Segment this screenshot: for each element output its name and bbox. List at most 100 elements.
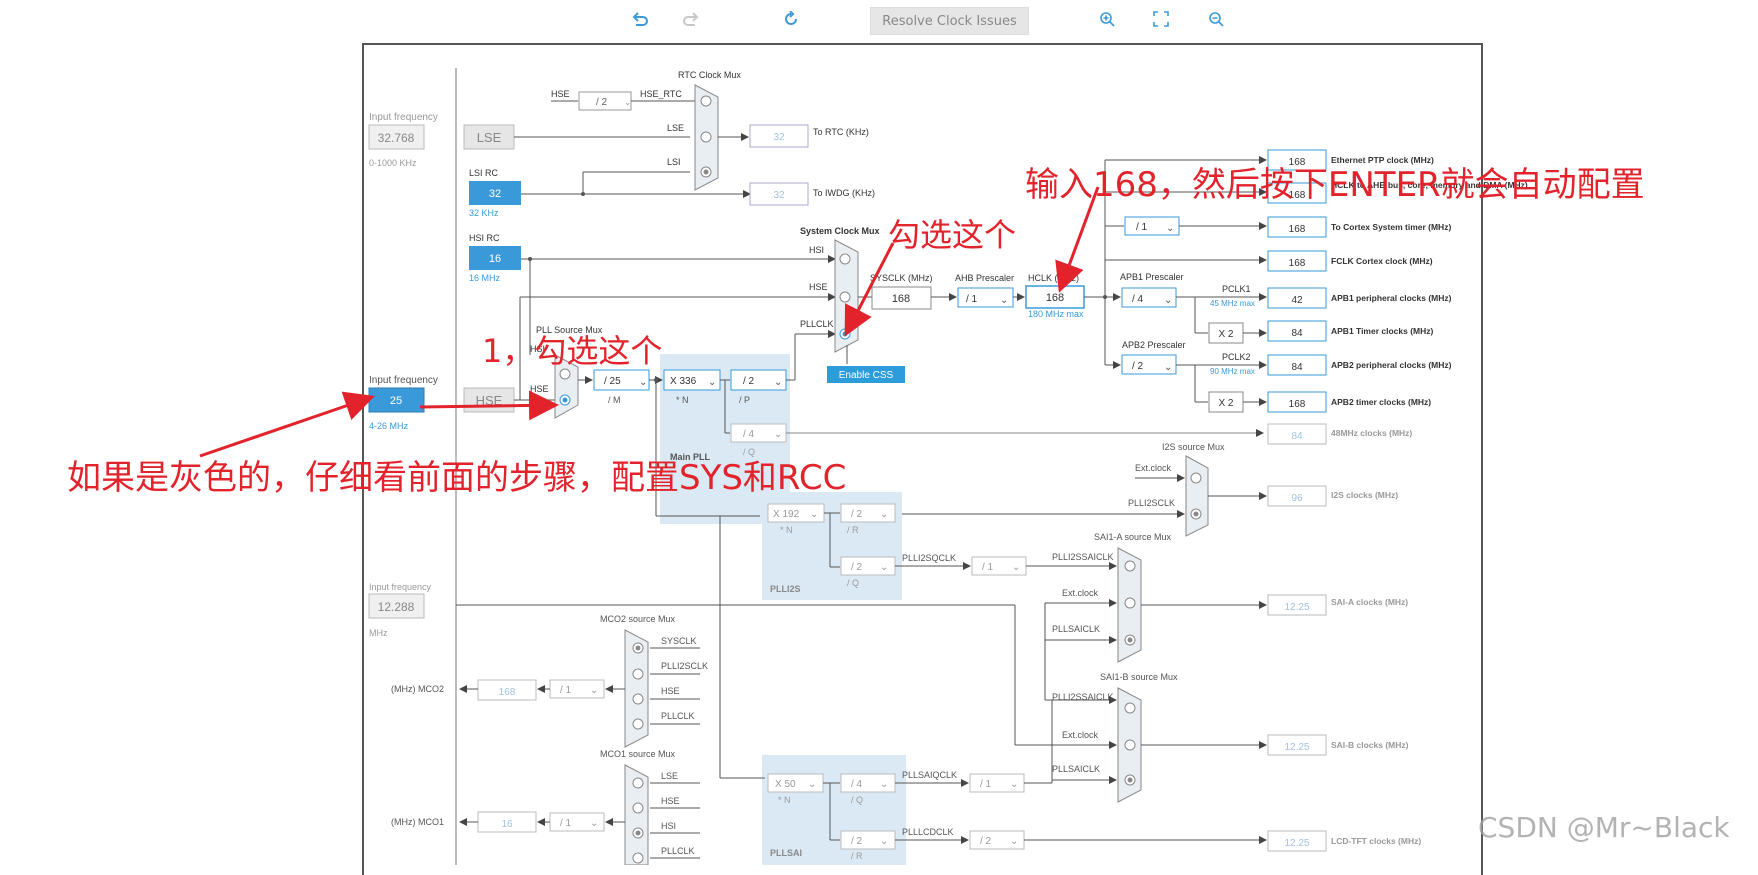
lse-input-label: Input frequency xyxy=(369,112,438,123)
chevron-down-icon: ⌄ xyxy=(1000,295,1008,306)
sysclk-option-hsi[interactable] xyxy=(839,253,851,265)
mco2-option-pllclk[interactable] xyxy=(632,718,644,730)
mco2-option-hse[interactable] xyxy=(632,693,644,705)
mco1-lse-label: LSE xyxy=(661,771,678,781)
rtc-mux-title: RTC Clock Mux xyxy=(678,70,741,80)
chevron-down-icon: ⌄ xyxy=(590,685,598,696)
saib-plli2ssaiclk-label: PLLI2SSAICLK xyxy=(1052,692,1114,702)
apb2-peripheral-label: APB2 peripheral clocks (MHz) xyxy=(1331,360,1452,370)
mco2-option-plli2sclk[interactable] xyxy=(632,668,644,680)
apb1-peripheral-value: 42 xyxy=(1291,295,1303,306)
saib-option-ext[interactable] xyxy=(1124,739,1136,751)
pclk1-max: 45 MHz max xyxy=(1210,299,1255,308)
ahb-prescaler-label: AHB Prescaler xyxy=(955,273,1014,283)
saia-option-plli2s[interactable] xyxy=(1124,560,1136,572)
lcd-tft-clock-value: 12.25 xyxy=(1284,838,1309,849)
pll-m-label: / M xyxy=(608,395,621,405)
pllsai-n-label: * N xyxy=(778,795,791,805)
sai-b-clock-label: SAI-B clocks (MHz) xyxy=(1331,740,1409,750)
chevron-down-icon: ⌄ xyxy=(590,818,598,829)
mco1-option-pllclk[interactable] xyxy=(632,852,644,864)
rtc-div-value: / 2 xyxy=(596,97,608,108)
pllsai-q-label: / Q xyxy=(851,795,863,805)
lse-name: LSE xyxy=(477,130,502,145)
saib-pllsaiclk-label: PLLSAICLK xyxy=(1052,764,1100,774)
chevron-down-icon: ⌄ xyxy=(1010,779,1018,790)
lse-frequency-value: 32.768 xyxy=(378,131,415,145)
i2s-mux-title: I2S source Mux xyxy=(1162,442,1225,452)
sysclk-hsi-label: HSI xyxy=(809,245,824,255)
sai-b-clock-value: 12.25 xyxy=(1284,742,1309,753)
apb1-x2-value: X 2 xyxy=(1218,329,1233,340)
annotation-hclk-note: 输入168，然后按下ENTER就会自动配置 xyxy=(1025,165,1645,205)
mco1-option-hse[interactable] xyxy=(632,802,644,814)
saia-mux-title: SAI1-A source Mux xyxy=(1094,532,1172,542)
ext-clock-unit: MHz xyxy=(369,628,388,638)
plli2sqclk-label: PLLI2SQCLK xyxy=(902,553,956,563)
saib-mux-title: SAI1-B source Mux xyxy=(1100,672,1178,682)
pllcdclk-label: PLLLCDCLK xyxy=(902,827,954,837)
mco1-option-lse[interactable] xyxy=(632,777,644,789)
rtc-hse-label: HSE xyxy=(551,89,570,99)
pll-n-value: X 336 xyxy=(670,376,697,387)
hclk-max: 180 MHz max xyxy=(1028,309,1084,319)
chevron-down-icon: ⌄ xyxy=(880,562,888,573)
i2s-source-mux xyxy=(1185,455,1209,537)
pllsai-r-post-value: / 2 xyxy=(980,836,992,847)
mco2-plli2sclk-label: PLLI2SCLK xyxy=(661,661,708,671)
plli2s-r-value: / 2 xyxy=(851,509,863,520)
i2s-clock-label: I2S clocks (MHz) xyxy=(1331,490,1398,500)
saib-ext-clock-label: Ext.clock xyxy=(1062,730,1099,740)
hse-input-label: Input frequency xyxy=(369,375,438,386)
pll-p-value: / 2 xyxy=(743,376,755,387)
mco2-hse-label: HSE xyxy=(661,686,680,696)
i2s-clock-value: 96 xyxy=(1291,493,1303,504)
rtc-lsi-label: LSI xyxy=(667,157,681,167)
apb2-timer-label: APB2 timer clocks (MHz) xyxy=(1331,397,1431,407)
saia-plli2ssaiclk-label: PLLI2SSAICLK xyxy=(1052,552,1114,562)
rtc-mux-option-lse[interactable] xyxy=(700,131,712,143)
plli2s-n-value: X 192 xyxy=(773,509,800,520)
lse-range: 0-1000 KHz xyxy=(369,158,417,168)
chevron-down-icon: ⌄ xyxy=(1012,562,1020,573)
apb1-peripheral-label: APB1 peripheral clocks (MHz) xyxy=(1331,293,1452,303)
pclk1-label: PCLK1 xyxy=(1222,284,1251,294)
mco2-value: 168 xyxy=(499,687,516,698)
pllsaiqclk-label: PLLSAIQCLK xyxy=(902,770,957,780)
ext-input-label: Input frequency xyxy=(369,582,432,592)
saib-option-plli2s[interactable] xyxy=(1124,702,1136,714)
saia-option-ext[interactable] xyxy=(1124,597,1136,609)
apb2-x2-value: X 2 xyxy=(1218,398,1233,409)
pllsai-title: PLLSAI xyxy=(770,848,802,858)
cortex-system-timer-value: 168 xyxy=(1289,224,1306,235)
rtc-mux-option-hse[interactable] xyxy=(700,95,712,107)
sysclk-pllclk-label: PLLCLK xyxy=(800,319,834,329)
apb1-prescaler-value: / 4 xyxy=(1132,294,1144,305)
pll-p-label: / P xyxy=(739,395,750,405)
system-clock-mux-title: System Clock Mux xyxy=(800,226,880,236)
plli2s-q-label: / Q xyxy=(847,578,859,588)
mco1-label: (MHz) MCO1 xyxy=(391,817,444,827)
pllsai-r-value: / 2 xyxy=(851,836,863,847)
chevron-down-icon: ⌄ xyxy=(1010,836,1018,847)
mco1-value: 16 xyxy=(501,819,513,830)
saia-ext-clock-label: Ext.clock xyxy=(1062,588,1099,598)
to-iwdg-value: 32 xyxy=(773,190,785,201)
plli2s-n-label: * N xyxy=(780,525,793,535)
plli2s-title: PLLI2S xyxy=(770,584,801,594)
i2s-option-ext[interactable] xyxy=(1190,472,1202,484)
chevron-down-icon: ⌄ xyxy=(774,377,782,388)
hsi-sub: 16 MHz xyxy=(469,273,501,283)
apb2-peripheral-value: 84 xyxy=(1291,362,1303,373)
mco2-sysclk-label: SYSCLK xyxy=(661,636,697,646)
hse-frequency-value: 25 xyxy=(390,395,402,407)
pllsai-q-post-value: / 1 xyxy=(980,779,992,790)
sysclk-option-hse[interactable] xyxy=(839,291,851,303)
output-clocks: 168 Ethernet PTP clock (MHz) 168 HCLK to… xyxy=(1267,149,1528,852)
clock-tree-diagram: Input frequency 32.768 0-1000 KHz LSE LS… xyxy=(199,68,1528,865)
ahb-prescaler-value: / 1 xyxy=(966,294,978,305)
annotation-grey-note: 如果是灰色的，仔细看前面的步骤，配置SYS和RCC xyxy=(67,458,847,498)
lsi-value: 32 xyxy=(489,188,501,200)
sysclk-hse-label: HSE xyxy=(809,282,828,292)
pllsai-r-label: / R xyxy=(851,851,863,861)
